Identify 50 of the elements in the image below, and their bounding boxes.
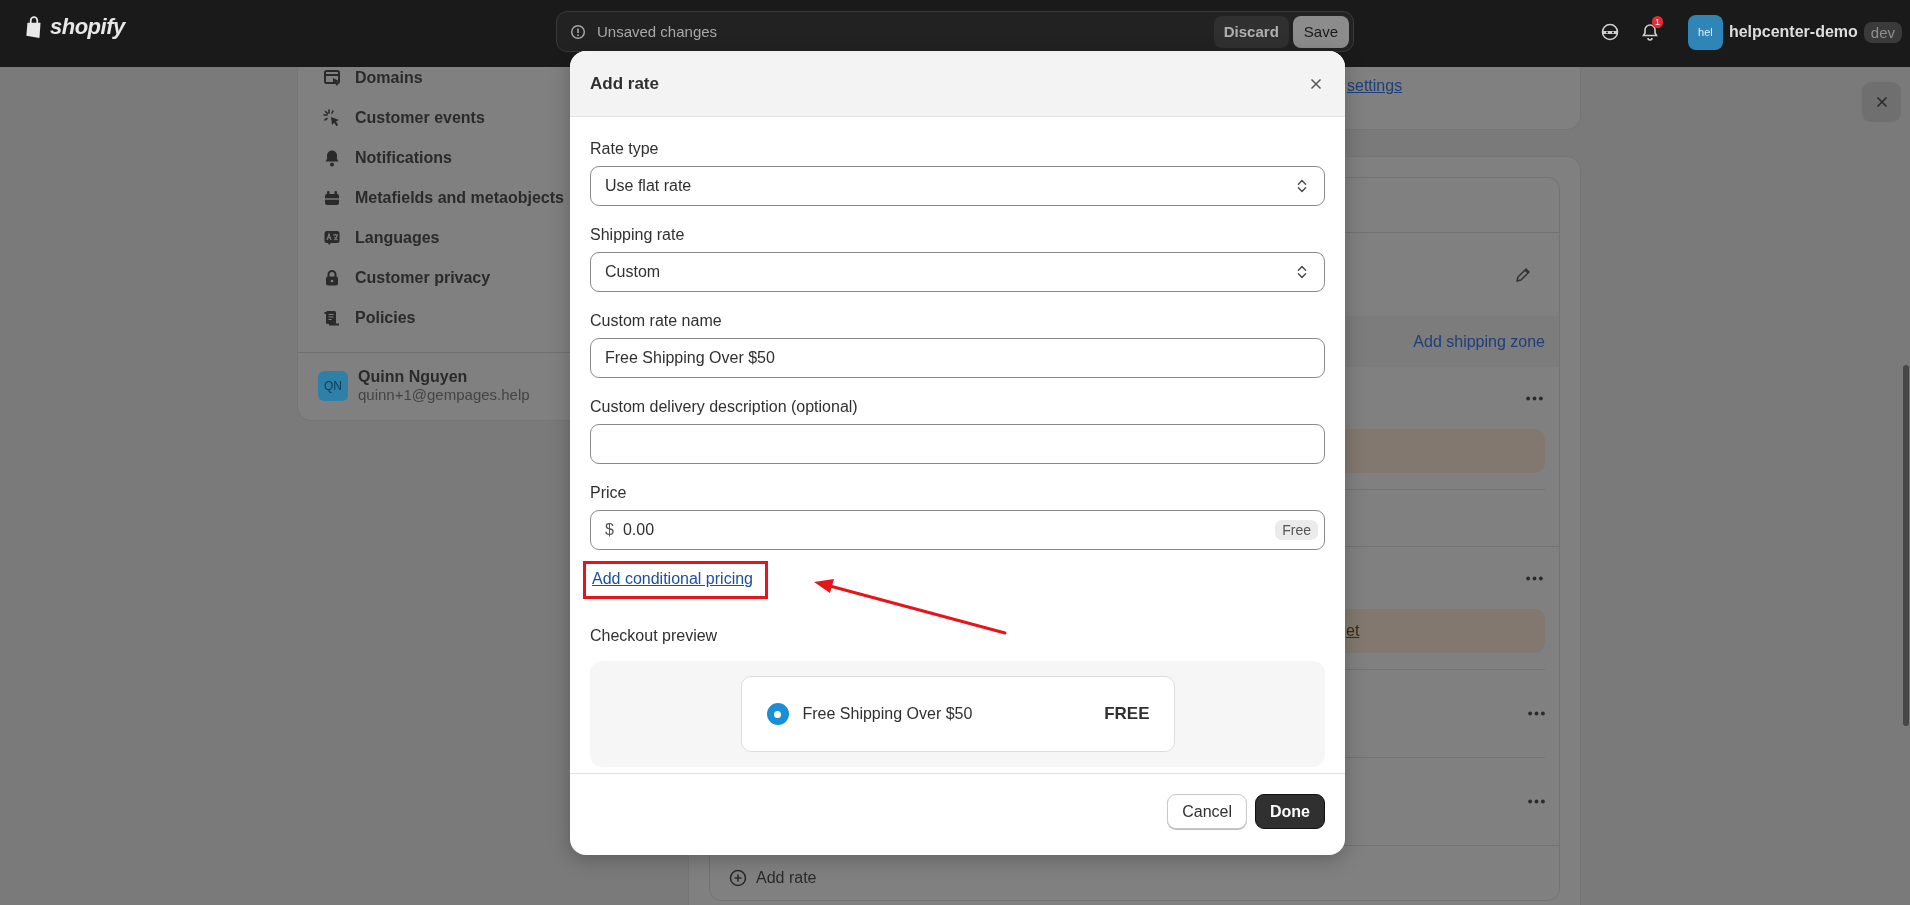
preview-label: Checkout preview — [590, 626, 719, 646]
translate-icon — [322, 228, 342, 248]
scrollbar-thumb[interactable] — [1903, 365, 1909, 726]
save-button[interactable]: Save — [1292, 15, 1349, 48]
conditional-pricing-link[interactable]: Add conditional pricing — [592, 570, 753, 587]
add-rate-button[interactable]: Add rate — [756, 869, 817, 887]
radio-button[interactable] — [766, 703, 789, 725]
option-price: FREE — [1104, 704, 1150, 724]
sidebar-item[interactable]: Customer events — [298, 98, 666, 138]
store-avatar: hel — [1687, 14, 1723, 50]
field-label: Custom rate name — [590, 311, 723, 331]
more-icon[interactable] — [1526, 395, 1543, 401]
logo-text: shopify — [50, 14, 125, 40]
mask-face-icon — [1599, 22, 1620, 42]
save-bar-message: Unsaved changes — [597, 23, 719, 40]
alert-icon — [569, 22, 587, 41]
calendar-icon — [322, 188, 342, 208]
more-icon[interactable] — [1528, 711, 1545, 716]
user-email: quinn+1@gempages.help — [358, 386, 530, 403]
more-icon[interactable] — [1526, 575, 1543, 581]
notice-link[interactable]: et — [1346, 622, 1360, 640]
store-name: helpcenter-demo — [1728, 23, 1858, 41]
more-icon[interactable] — [1528, 799, 1545, 804]
option-name: Free Shipping Over $50 — [802, 705, 974, 723]
free-tag: Free — [1275, 520, 1318, 540]
notification-count: 1 — [1651, 16, 1663, 28]
dev-tag: dev — [1863, 21, 1902, 43]
text-field[interactable] — [590, 424, 1325, 464]
select-field[interactable]: Custom — [590, 252, 1325, 292]
field-label: Custom delivery description (optional) — [590, 397, 859, 417]
close-button[interactable] — [1862, 82, 1901, 122]
field-label: Shipping rate — [590, 225, 686, 245]
cancel-button[interactable]: Cancel — [1167, 794, 1247, 829]
notifications-button[interactable]: 1 — [1629, 14, 1670, 50]
account-menu[interactable]: hel helpcenter-demo dev — [1687, 14, 1902, 50]
dialog-title: Add rate — [590, 73, 659, 94]
document-icon — [322, 308, 342, 328]
select-field[interactable]: Use flat rate — [590, 166, 1325, 206]
price-field[interactable]: $ 0.00 Free — [590, 510, 1325, 550]
done-button[interactable]: Done — [1255, 794, 1325, 829]
add-shipping-zone-link[interactable]: Add shipping zone — [1413, 332, 1545, 351]
discard-button[interactable]: Discard — [1213, 15, 1289, 48]
text-field[interactable]: Free Shipping Over $50 — [590, 338, 1325, 378]
plus-circle-icon — [728, 868, 748, 888]
field-label: Rate type — [590, 139, 660, 159]
domain-icon — [322, 68, 342, 88]
settings-link[interactable]: settings — [1347, 77, 1403, 94]
user-name: Quinn Nguyen — [358, 368, 469, 386]
field-label: Price — [590, 483, 628, 503]
user-avatar: QN — [318, 370, 348, 401]
